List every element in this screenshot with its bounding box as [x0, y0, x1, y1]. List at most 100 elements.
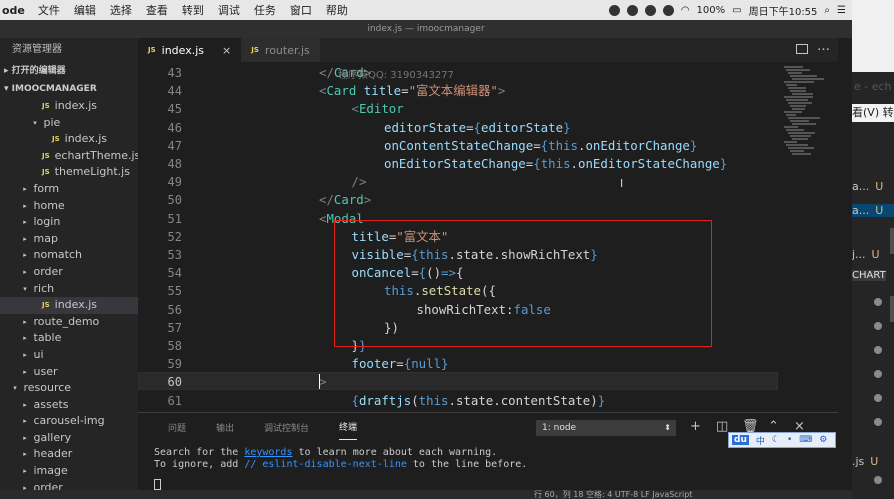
background-file-label: a...: [852, 180, 870, 193]
moon-icon[interactable]: ☾: [772, 435, 780, 445]
tree-file-item[interactable]: JS echartTheme.js: [0, 148, 138, 165]
terminal-line: To ignore, add // eslint-disable-next-li…: [154, 459, 527, 470]
code-line: {draftjs(this.state.contentState)}: [352, 392, 606, 410]
code-token: >: [319, 374, 327, 390]
battery-icon[interactable]: ▭: [732, 5, 741, 16]
menu-view[interactable]: 查看: [139, 2, 175, 18]
background-window-top: [852, 0, 894, 72]
add-terminal-icon[interactable]: +: [690, 419, 701, 434]
scrollbar-thumb[interactable]: [890, 296, 894, 322]
chevron-right-icon: ▸: [23, 251, 27, 260]
settings-icon[interactable]: ⚙: [819, 435, 827, 445]
tree-file-item[interactable]: JS index.js: [0, 131, 138, 148]
code-line: onContentStateChange={this.onEditorChang…: [384, 137, 697, 155]
tree-folder-item[interactable]: ▾ rich: [0, 281, 138, 298]
chevron-right-icon: ▸: [4, 66, 12, 76]
chevron-right-icon: ▸: [23, 450, 27, 459]
split-editor-icon[interactable]: [796, 44, 808, 54]
minimap-line: [790, 120, 810, 122]
tree-folder-item[interactable]: ▸ map: [0, 231, 138, 248]
line-number: 55: [167, 284, 182, 299]
sync-icon[interactable]: [644, 4, 656, 16]
record-icon[interactable]: [608, 4, 620, 16]
menu-edit[interactable]: 编辑: [67, 2, 103, 18]
tree-folder-item[interactable]: ▸ nomatch: [0, 247, 138, 264]
minimap-line: [788, 87, 806, 89]
macos-menubar: ode 文件 编辑 选择 查看 转到 调试 任务 窗口 帮助 ◠ 100% ▭ …: [0, 0, 852, 20]
spotlight-icon[interactable]: ⌕: [824, 5, 830, 16]
terminal-link[interactable]: keywords: [244, 447, 292, 458]
minimap-line: [792, 93, 813, 95]
chevron-right-icon: ▸: [23, 400, 27, 409]
status-info[interactable]: 行 60，列 18 空格: 4 UTF-8 LF JavaScript: [534, 490, 692, 499]
tree-folder-item[interactable]: ▸ login: [0, 214, 138, 231]
tree-folder-item[interactable]: ▸ assets: [0, 397, 138, 414]
tree-folder-item[interactable]: ▾ resource: [0, 380, 138, 397]
clock[interactable]: 周日下午10:55: [749, 3, 818, 18]
wifi-icon[interactable]: ◠: [681, 5, 690, 16]
tab-router-js[interactable]: JS router.js: [241, 38, 320, 62]
text-cursor: [319, 374, 320, 389]
input-method-icon[interactable]: [626, 4, 638, 16]
background-file-label: .js: [852, 455, 865, 468]
tab-debug-console[interactable]: 调试控制台: [264, 415, 309, 440]
terminal-select[interactable]: 1: node ⬍: [536, 420, 676, 436]
tab-output[interactable]: 输出: [216, 415, 234, 440]
tree-folder-item[interactable]: ▸ order: [0, 264, 138, 281]
minimap[interactable]: [780, 62, 838, 412]
line-number: 61: [167, 393, 182, 408]
code-token: }: [563, 119, 571, 135]
modified-dot-icon: [874, 370, 882, 378]
tree-folder-item[interactable]: ▸ home: [0, 198, 138, 215]
tree-file-item[interactable]: JS index.js: [0, 297, 138, 314]
js-file-icon: JS: [148, 46, 156, 54]
tree-file-item[interactable]: JS themeLight.js: [0, 164, 138, 181]
code-line: />: [352, 173, 367, 191]
punctuation-icon[interactable]: •: [787, 435, 792, 445]
tab-terminal[interactable]: 终端: [339, 414, 358, 440]
js-file-icon: JS: [251, 46, 259, 54]
code-token: {: [473, 119, 481, 135]
untracked-badge: U: [870, 455, 879, 468]
project-section[interactable]: ▾ IMOOCMANAGER: [0, 80, 138, 98]
tree-folder-item[interactable]: ▸ image: [0, 463, 138, 480]
scrollbar-thumb[interactable]: [890, 228, 894, 254]
menu-file[interactable]: 文件: [31, 2, 67, 18]
tab-index-js[interactable]: JS index.js ×: [138, 38, 242, 62]
tree-item-label: header: [33, 447, 73, 461]
tree-file-item[interactable]: JS index.js: [0, 98, 138, 115]
keyboard-icon[interactable]: ⌨: [799, 435, 812, 445]
bluetooth-icon[interactable]: [662, 4, 674, 16]
tree-folder-item[interactable]: ▸ ui: [0, 347, 138, 364]
tree-folder-item[interactable]: ▸ route_demo: [0, 314, 138, 331]
tree-folder-item[interactable]: ▾ pie: [0, 115, 138, 132]
notification-icon[interactable]: ☰: [837, 5, 846, 16]
menu-window[interactable]: 窗口: [283, 2, 319, 18]
js-file-icon: JS: [42, 102, 50, 110]
open-editors-section[interactable]: ▸ 打开的编辑器: [0, 62, 138, 80]
chevron-right-icon: ▸: [23, 317, 27, 326]
line-number: 46: [167, 120, 182, 135]
tree-folder-item[interactable]: ▸ header: [0, 446, 138, 463]
code-editor[interactable]: 43 44 45 46 47 48 49 50 51 52 53 54 55 56 57 58 59 60 61 <…: [138, 62, 838, 412]
tree-folder-item[interactable]: ▸ table: [0, 330, 138, 347]
menu-tasks[interactable]: 任务: [247, 2, 283, 18]
tree-folder-item[interactable]: ▸ gallery: [0, 430, 138, 447]
ime-toolbar[interactable]: du 中 ☾ • ⌨ ⚙: [728, 432, 836, 448]
split-terminal-icon[interactable]: ◫: [716, 419, 728, 434]
tree-item-label: login: [33, 215, 61, 229]
menu-debug[interactable]: 调试: [211, 2, 247, 18]
tree-folder-item[interactable]: ▸ user: [0, 364, 138, 381]
code-token: Card: [326, 83, 364, 99]
menu-selection[interactable]: 选择: [103, 2, 139, 18]
menu-help[interactable]: 帮助: [319, 2, 355, 18]
tab-problems[interactable]: 问题: [168, 415, 186, 440]
close-icon[interactable]: ×: [222, 44, 231, 57]
background-file-row: j... U: [852, 248, 880, 261]
ime-lang[interactable]: 中: [756, 434, 765, 447]
more-actions-icon[interactable]: …: [817, 39, 830, 54]
tree-folder-item[interactable]: ▸ carousel-img: [0, 413, 138, 430]
tree-folder-item[interactable]: ▸ form: [0, 181, 138, 198]
menu-go[interactable]: 转到: [175, 2, 211, 18]
app-menu[interactable]: ode: [0, 4, 31, 17]
